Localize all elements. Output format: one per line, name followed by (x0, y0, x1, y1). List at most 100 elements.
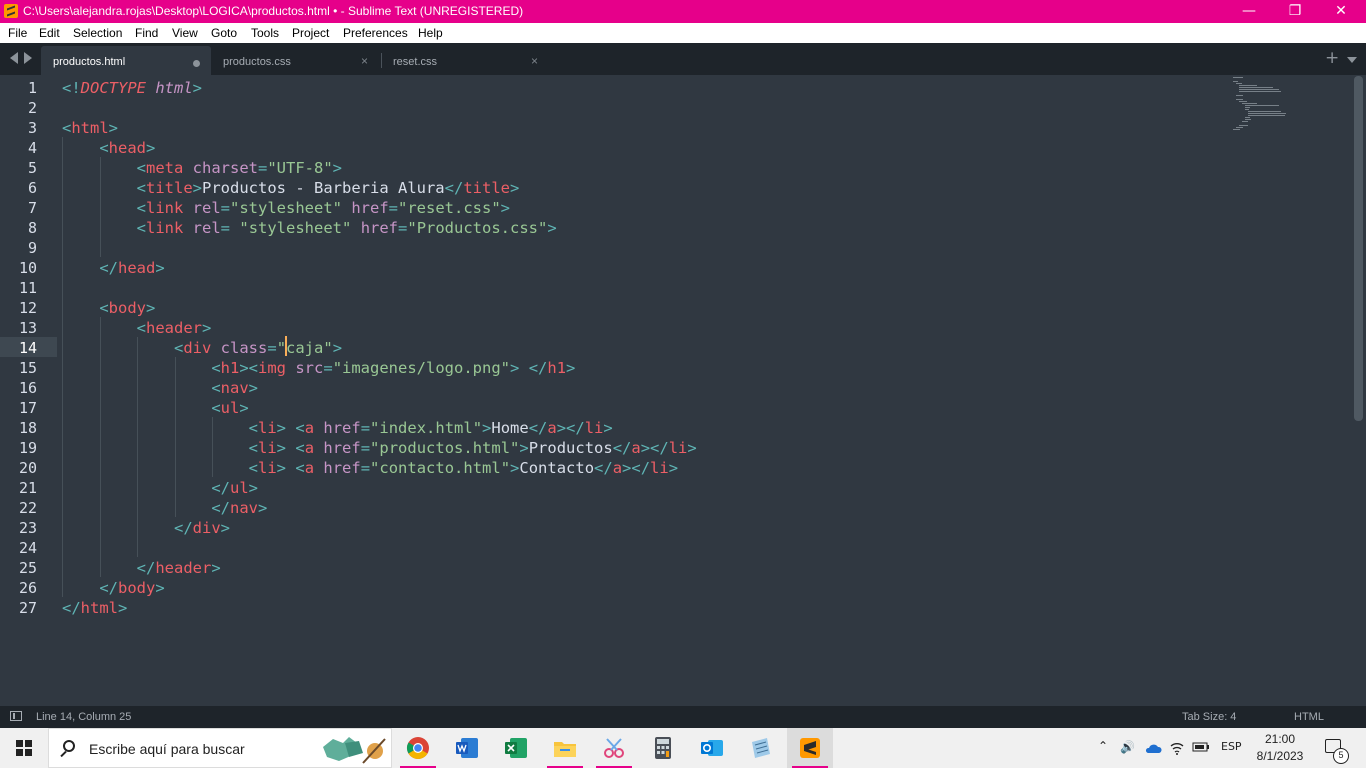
line-number[interactable]: 1 (0, 78, 37, 98)
close-button[interactable]: ✕ (1318, 0, 1364, 23)
taskbar-outlook[interactable] (689, 728, 735, 768)
line-number[interactable]: 4 (0, 138, 37, 158)
menu-goto[interactable]: Goto (211, 26, 237, 40)
line-number[interactable]: 17 (0, 398, 37, 418)
menu-selection[interactable]: Selection (73, 26, 122, 40)
tab-reset-css[interactable]: reset.css × (381, 46, 551, 75)
code-line[interactable]: <link rel= "stylesheet" href="Productos.… (62, 218, 557, 238)
tab-productos-html[interactable]: productos.html (41, 46, 211, 75)
line-number[interactable]: 25 (0, 558, 37, 578)
code-line[interactable]: </html> (62, 598, 127, 618)
line-number[interactable]: 10 (0, 258, 37, 278)
tab-scroll-right-icon[interactable] (24, 52, 32, 64)
menu-edit[interactable]: Edit (39, 26, 60, 40)
line-number[interactable]: 15 (0, 358, 37, 378)
tab-close-icon[interactable]: × (531, 54, 538, 68)
code-line[interactable]: <li> <a href="index.html">Home</a></li> (62, 418, 613, 438)
input-language-indicator[interactable]: ESP (1221, 740, 1242, 753)
line-number[interactable]: 19 (0, 438, 37, 458)
code-line[interactable]: <title>Productos - Barberia Alura</title… (62, 178, 520, 198)
code-line[interactable]: </nav> (62, 498, 267, 518)
restore-button[interactable]: ❐ (1272, 0, 1318, 23)
taskbar-sublime-text[interactable] (787, 728, 833, 768)
code-token: > (668, 459, 679, 477)
battery-icon[interactable] (1192, 742, 1210, 752)
code-line[interactable]: <h1><img src="imagenes/logo.png"> </h1> (62, 358, 575, 378)
taskbar-file-explorer[interactable] (542, 728, 588, 768)
chevron-up-icon[interactable]: ⌃ (1098, 739, 1108, 753)
line-number[interactable]: 14 (0, 338, 37, 358)
line-number[interactable]: 22 (0, 498, 37, 518)
taskbar-snipping-tool[interactable] (591, 728, 637, 768)
taskbar-calculator[interactable] (640, 728, 686, 768)
menu-file[interactable]: File (8, 26, 27, 40)
show-panel-icon[interactable] (10, 711, 22, 721)
tab-scroll-left-icon[interactable] (10, 52, 18, 64)
line-number[interactable]: 18 (0, 418, 37, 438)
code-line[interactable]: <link rel="stylesheet" href="reset.css"> (62, 198, 510, 218)
code-line[interactable]: <nav> (62, 378, 258, 398)
code-line[interactable]: </header> (62, 558, 221, 578)
taskbar-word[interactable] (444, 728, 490, 768)
wifi-icon[interactable] (1170, 741, 1184, 755)
menu-help[interactable]: Help (418, 26, 443, 40)
tab-productos-css[interactable]: productos.css × (211, 46, 381, 75)
menu-preferences[interactable]: Preferences (343, 26, 408, 40)
line-number[interactable]: 16 (0, 378, 37, 398)
code-line[interactable]: <ul> (62, 398, 248, 418)
line-number[interactable]: 11 (0, 278, 37, 298)
line-number[interactable]: 21 (0, 478, 37, 498)
code-line[interactable]: <li> <a href="contacto.html">Contacto</a… (62, 458, 678, 478)
line-number[interactable]: 5 (0, 158, 37, 178)
menu-project[interactable]: Project (292, 26, 329, 40)
minimize-button[interactable]: — (1226, 0, 1272, 23)
code-line[interactable]: </div> (62, 518, 230, 538)
taskbar-excel[interactable] (493, 728, 539, 768)
tab-close-icon[interactable]: × (361, 54, 368, 68)
new-tab-plus-icon[interactable]: + (1325, 48, 1339, 68)
menu-tools[interactable]: Tools (251, 26, 279, 40)
code-line[interactable]: <head> (62, 138, 155, 158)
line-number[interactable]: 12 (0, 298, 37, 318)
line-number[interactable]: 27 (0, 598, 37, 618)
line-number[interactable]: 7 (0, 198, 37, 218)
taskbar-chrome[interactable] (395, 728, 441, 768)
code-line[interactable]: </body> (62, 578, 164, 598)
code-line[interactable]: </ul> (62, 478, 258, 498)
system-clock[interactable]: 21:00 8/1/2023 (1255, 731, 1305, 765)
taskbar-search-box[interactable]: Escribe aquí para buscar (48, 728, 392, 768)
code-line[interactable]: <header> (62, 318, 212, 338)
menu-find[interactable]: Find (135, 26, 158, 40)
code-line[interactable]: <div class="caja"> (62, 338, 342, 358)
line-number[interactable]: 6 (0, 178, 37, 198)
code-token: < (136, 179, 146, 197)
syntax-setting[interactable]: HTML (1294, 711, 1324, 723)
taskbar-notepad[interactable] (738, 728, 784, 768)
code-line[interactable]: </head> (62, 258, 164, 278)
line-number[interactable]: 8 (0, 218, 37, 238)
onedrive-cloud-icon[interactable] (1144, 742, 1162, 754)
volume-icon[interactable]: 🔊 (1120, 740, 1135, 754)
minimap[interactable] (1230, 75, 1350, 155)
line-number[interactable]: 2 (0, 98, 37, 118)
line-number[interactable]: 23 (0, 518, 37, 538)
line-number[interactable]: 3 (0, 118, 37, 138)
tab-size-setting[interactable]: Tab Size: 4 (1182, 711, 1236, 723)
line-number[interactable]: 13 (0, 318, 37, 338)
code-line[interactable]: <!DOCTYPE html> (62, 78, 202, 98)
line-number[interactable]: 9 (0, 238, 37, 258)
windows-start-icon[interactable] (16, 740, 32, 756)
line-number[interactable]: 24 (0, 538, 37, 558)
code-line[interactable]: <html> (62, 118, 118, 138)
code-token: > (500, 199, 511, 217)
vertical-scrollbar[interactable] (1354, 76, 1363, 421)
line-number[interactable]: 26 (0, 578, 37, 598)
menu-view[interactable]: View (172, 26, 198, 40)
tab-list-dropdown-icon[interactable] (1347, 57, 1357, 63)
code-line[interactable]: <body> (62, 298, 155, 318)
unsaved-dot-icon[interactable] (193, 60, 200, 67)
code-line[interactable]: <li> <a href="productos.html">Productos<… (62, 438, 697, 458)
line-number[interactable]: 20 (0, 458, 37, 478)
code-line[interactable]: <meta charset="UTF-8"> (62, 158, 342, 178)
